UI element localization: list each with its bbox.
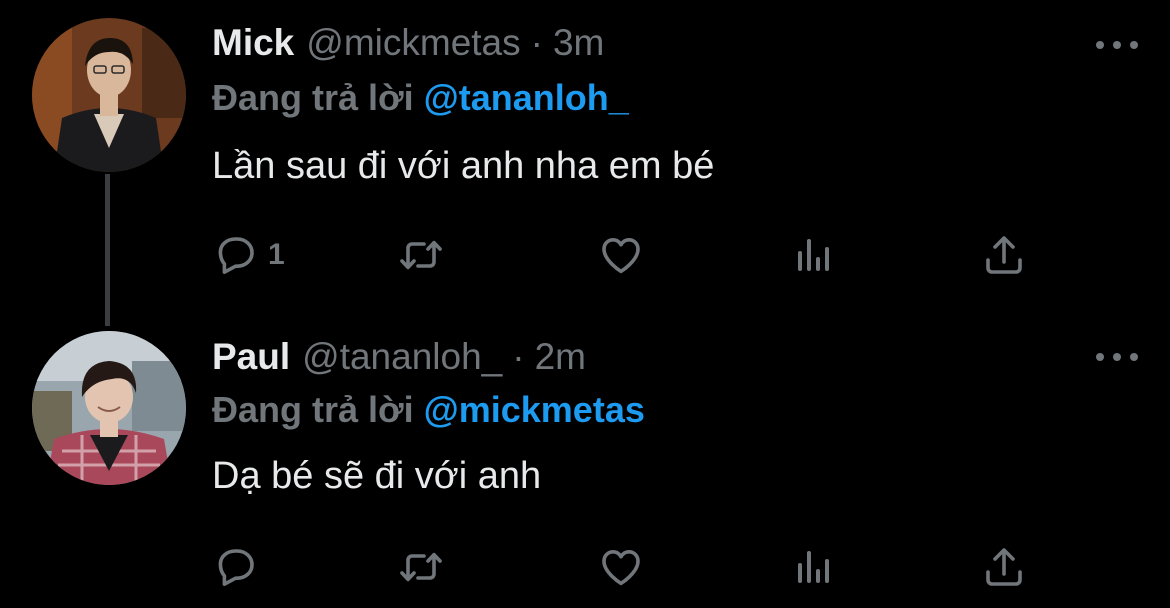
retweet-icon	[400, 240, 442, 270]
tweet-item[interactable]: Mick @mickmetas · 3m Đang trả lời @tanan…	[0, 0, 1170, 320]
like-button[interactable]	[597, 230, 645, 280]
user-handle[interactable]: @mickmetas	[306, 18, 520, 68]
separator: ·	[512, 336, 525, 377]
replying-to-label: Đang trả lời	[212, 389, 414, 430]
views-icon	[798, 551, 829, 583]
avatar[interactable]	[32, 18, 186, 172]
retweet-icon	[400, 552, 442, 582]
user-handle[interactable]: @tananloh_	[302, 332, 502, 382]
reply-button[interactable]	[212, 542, 268, 592]
views-icon	[798, 239, 829, 271]
tweet-header: Paul @tananloh_ · 2m	[212, 332, 586, 382]
display-name[interactable]: Mick	[212, 18, 294, 68]
reply-icon	[218, 237, 254, 274]
heart-icon	[602, 550, 640, 586]
avatar-image	[32, 331, 186, 485]
timestamp[interactable]: 3m	[553, 18, 604, 68]
more-options-button[interactable]	[1096, 350, 1138, 364]
views-button[interactable]	[790, 542, 838, 592]
replying-to-mention[interactable]: @tananloh_	[424, 77, 629, 118]
tweet-actions	[212, 542, 1062, 592]
retweet-button[interactable]	[397, 542, 445, 592]
avatar-image	[32, 18, 186, 172]
replying-to-label: Đang trả lời	[212, 77, 414, 118]
tweet-item[interactable]: Paul @tananloh_ · 2m Đang trả lời @mickm…	[0, 320, 1170, 608]
tweet-header: Mick @mickmetas · 3m	[212, 18, 604, 68]
retweet-button[interactable]	[397, 230, 445, 280]
replying-to-mention[interactable]: @mickmetas	[424, 389, 645, 430]
reply-button[interactable]: 1	[212, 230, 285, 280]
more-dots-icon	[1130, 353, 1138, 361]
views-button[interactable]	[790, 230, 838, 280]
more-options-button[interactable]	[1096, 38, 1138, 52]
more-dots-icon	[1096, 353, 1104, 361]
like-button[interactable]	[597, 542, 645, 592]
display-name[interactable]: Paul	[212, 332, 290, 382]
more-dots-icon	[1113, 353, 1121, 361]
reply-icon	[218, 549, 254, 586]
share-button[interactable]	[980, 230, 1028, 280]
replying-to: Đang trả lời @tananloh_	[212, 74, 629, 122]
tweet-actions: 1	[212, 230, 1062, 280]
heart-icon	[602, 238, 640, 274]
more-dots-icon	[1096, 41, 1104, 49]
avatar[interactable]	[32, 331, 186, 485]
reply-count: 1	[268, 238, 285, 271]
replying-to: Đang trả lời @mickmetas	[212, 386, 645, 434]
share-icon	[986, 236, 1022, 274]
separator: ·	[530, 22, 543, 63]
share-button[interactable]	[980, 542, 1028, 592]
more-dots-icon	[1130, 41, 1138, 49]
tweet-text: Dạ bé sẽ đi với anh	[212, 455, 542, 497]
timestamp[interactable]: 2m	[535, 332, 586, 382]
more-dots-icon	[1113, 41, 1121, 49]
tweet-text: Lần sau đi với anh nha em bé	[212, 145, 715, 187]
share-icon	[986, 548, 1022, 586]
